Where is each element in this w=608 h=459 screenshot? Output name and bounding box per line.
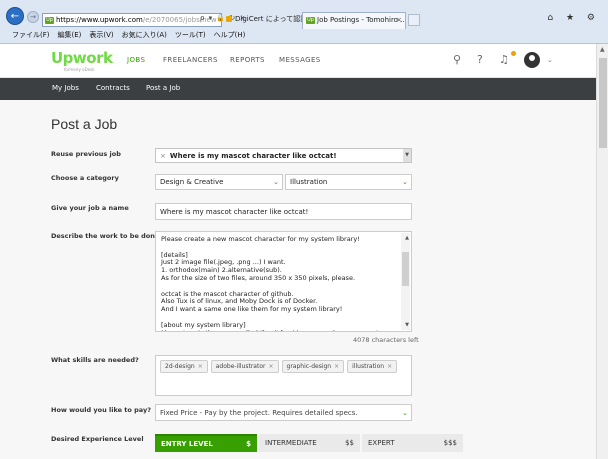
remove-icon[interactable]: × [334, 363, 339, 370]
subnav-my-jobs[interactable]: My Jobs [52, 84, 79, 92]
skill-chip[interactable]: graphic-design × [281, 360, 345, 373]
characters-left: 4078 characters left [353, 336, 419, 344]
forward-button[interactable]: → [27, 11, 39, 23]
menu-tools[interactable]: ツール(T) [175, 29, 206, 44]
category-label: Choose a category [51, 174, 119, 182]
remove-icon[interactable]: × [268, 363, 273, 370]
subnav-post-a-job[interactable]: Post a Job [146, 84, 180, 92]
address-bar[interactable]: Up https://www.upwork.com /e/2070065/job… [42, 13, 222, 27]
certificate-indicator[interactable]: DigiCert によって認証 [226, 14, 307, 24]
lock-icon [226, 16, 232, 22]
back-button[interactable]: ← [6, 7, 24, 25]
nav-reports[interactable]: REPORTS [230, 56, 265, 64]
experience-label: Desired Experience Level [51, 435, 144, 443]
menu-file[interactable]: ファイル(F) [12, 29, 50, 44]
upwork-logo[interactable]: Upwork [51, 49, 113, 67]
textarea-scrollbar-thumb[interactable] [402, 252, 409, 286]
page-scrollbar[interactable]: ▲ [596, 44, 608, 459]
level-name: INTERMEDIATE [265, 439, 317, 447]
experience-level-group: ENTRY LEVEL $ INTERMEDIATE $$ EXPERT $$$ [155, 434, 463, 452]
level-name: ENTRY LEVEL [161, 440, 213, 448]
notification-dot [511, 51, 516, 56]
reuse-label: Reuse previous job [51, 150, 121, 158]
scroll-down-icon[interactable]: ▼ [405, 322, 409, 328]
chevron-down-icon[interactable]: ⌄ [547, 56, 553, 64]
chevron-down-icon[interactable]: ▼ [403, 149, 411, 162]
search-icon[interactable]: ⚲ [453, 53, 461, 66]
level-name: EXPERT [368, 439, 395, 447]
browser-chrome: ← → Up https://www.upwork.com /e/2070065… [0, 0, 608, 44]
subcategory-value: Illustration [290, 178, 328, 186]
scrollbar-thumb[interactable] [599, 58, 607, 148]
skill-chip[interactable]: adobe-illustrator × [210, 360, 279, 373]
top-navigation: Upwork formerly oDesk JOBS FREELANCERS R… [0, 44, 596, 78]
reuse-value: Where is my mascot character like octcat… [169, 151, 337, 160]
subnav-contracts[interactable]: Contracts [96, 84, 130, 92]
bell-icon[interactable]: ♫ [499, 53, 509, 66]
job-name-label: Give your job a name [51, 204, 129, 212]
nav-jobs[interactable]: JOBS [127, 56, 145, 64]
upwork-favicon-icon: Up [45, 16, 54, 24]
payment-type-select[interactable]: Fixed Price - Pay by the project. Requir… [155, 404, 412, 421]
tab-favicon-icon: Up [306, 17, 315, 24]
scroll-up-icon[interactable]: ▲ [600, 46, 605, 53]
nav-messages[interactable]: MESSAGES [279, 56, 321, 64]
skill-chip[interactable]: 2d-design × [160, 360, 208, 373]
certificate-text: DigiCert によって認証 [235, 15, 308, 23]
tab-close-icon[interactable]: × [396, 13, 402, 28]
menu-help[interactable]: ヘルプ(H) [214, 29, 246, 44]
experience-expert[interactable]: EXPERT $$$ [362, 434, 463, 452]
subcategory-select[interactable]: Illustration ⌄ [285, 174, 412, 190]
category-select[interactable]: Design & Creative ⌄ [155, 174, 283, 190]
new-tab-button[interactable] [408, 14, 420, 26]
address-domain: https://www.upwork.com [56, 16, 143, 24]
skills-label: What skills are needed? [51, 356, 139, 364]
browser-window-icons[interactable]: ⌂ ★ ⚙ [547, 13, 600, 23]
level-price: $ [246, 440, 251, 448]
skill-chip-label: 2d-design [165, 363, 195, 370]
description-text: Please create a new mascot character for… [161, 235, 389, 331]
skill-chip-label: illustration [352, 363, 385, 370]
menu-favorites[interactable]: お気に入り(A) [122, 29, 167, 44]
scroll-up-icon[interactable]: ▲ [405, 235, 409, 241]
page-title: Post a Job [51, 116, 118, 132]
description-textarea[interactable]: Please create a new mascot character for… [155, 231, 412, 332]
skill-chip[interactable]: illustration × [347, 360, 398, 373]
skill-chip-label: adobe-illustrator [215, 363, 266, 370]
experience-intermediate[interactable]: INTERMEDIATE $$ [259, 434, 360, 452]
menu-edit[interactable]: 編集(E) [58, 29, 82, 44]
skills-input[interactable]: 2d-design × adobe-illustrator × graphic-de… [155, 355, 412, 396]
logo-subtitle: formerly oDesk [64, 67, 95, 72]
menu-view[interactable]: 表示(V) [89, 29, 113, 44]
category-value: Design & Creative [160, 178, 224, 186]
chevron-down-icon: ⌄ [402, 178, 408, 186]
pay-label: How would you like to pay? [51, 406, 151, 414]
payment-type-value: Fixed Price - Pay by the project. Requir… [160, 408, 358, 417]
sub-navigation: My Jobs Contracts Post a Job [0, 78, 596, 100]
reuse-previous-job-select[interactable]: × Where is my mascot character like octc… [155, 148, 412, 163]
job-name-value: Where is my mascot character like octcat… [160, 207, 309, 216]
menu-bar: ファイル(F) 編集(E) 表示(V) お気に入り(A) ツール(T) ヘルプ(… [0, 29, 608, 44]
experience-entry-level[interactable]: ENTRY LEVEL $ [155, 434, 257, 452]
skill-chip-label: graphic-design [286, 363, 332, 370]
remove-icon[interactable]: × [387, 363, 392, 370]
level-price: $$ [345, 439, 354, 447]
remove-icon[interactable]: × [198, 363, 203, 370]
avatar[interactable] [524, 52, 540, 68]
job-name-input[interactable]: Where is my mascot character like octcat… [155, 203, 412, 220]
describe-label: Describe the work to be done [51, 232, 160, 240]
chevron-down-icon: ⌄ [273, 178, 279, 186]
browser-tab[interactable]: Up Job Postings - Tomohiro ... × [302, 12, 406, 29]
nav-freelancers[interactable]: FREELANCERS [163, 56, 218, 64]
help-icon[interactable]: ? [477, 53, 483, 66]
chevron-down-icon: ⌄ [402, 408, 408, 417]
post-job-form: Post a Job Reuse previous job × Where is… [0, 100, 596, 459]
level-price: $$$ [443, 439, 457, 447]
tab-title: Job Postings - Tomohiro ... [317, 16, 406, 24]
clear-selection-icon[interactable]: × [160, 152, 166, 160]
